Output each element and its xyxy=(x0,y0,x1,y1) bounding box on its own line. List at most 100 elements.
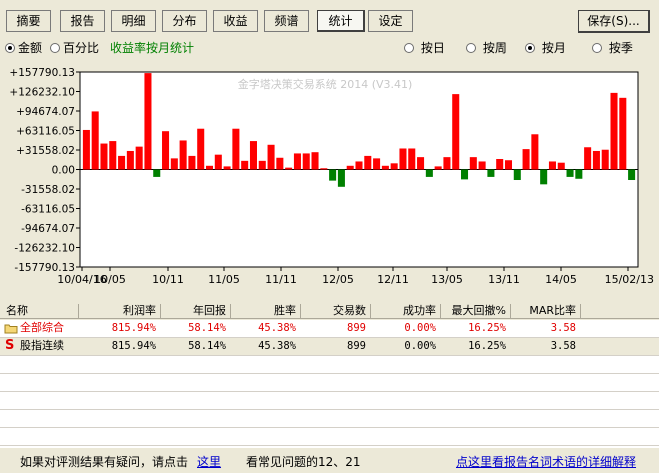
x-tick-label: 12/05 xyxy=(322,273,354,286)
row-trades: 899 xyxy=(347,322,366,334)
chart-svg: 金字塔决策交易系统 2014 (V3.41) +157790.13 +126232.… xyxy=(9,67,654,286)
tab-detail[interactable]: 明细 xyxy=(111,10,156,32)
row-maxdd: 16.25% xyxy=(468,340,506,352)
row-winrate: 45.38% xyxy=(258,340,296,352)
bar xyxy=(461,169,469,180)
x-tick-label: 13/05 xyxy=(431,273,463,286)
bar xyxy=(434,166,442,170)
bar xyxy=(399,148,407,170)
header-annual[interactable]: 年回报 xyxy=(160,303,226,319)
x-tick-label: 13/11 xyxy=(488,273,520,286)
radio-dot-icon xyxy=(404,43,414,53)
table-row[interactable]: S 股指连续 815.94% 58.14% 45.38% 899 0.00% 1… xyxy=(0,338,659,355)
tab-settings[interactable]: 设定 xyxy=(368,10,413,32)
y-tick-label: +94674.07 xyxy=(16,106,75,118)
save-button[interactable]: 保存(S)... xyxy=(578,10,650,33)
glossary-link[interactable]: 点这里看报告名词术语的详细解释 xyxy=(456,454,636,470)
monthly-return-chart: 金字塔决策交易系统 2014 (V3.41) +157790.13 +126232.… xyxy=(0,62,659,292)
radio-weekly-label: 按周 xyxy=(482,41,507,55)
bar xyxy=(118,155,126,170)
x-tick-label: 11/11 xyxy=(265,273,297,286)
radio-dot-icon xyxy=(5,43,15,53)
faq-link[interactable]: 这里 xyxy=(197,454,221,470)
radio-dot-icon xyxy=(50,43,60,53)
bar xyxy=(346,165,354,170)
bar xyxy=(197,128,205,170)
tab-distribution[interactable]: 分布 xyxy=(162,10,207,32)
row-success: 0.00% xyxy=(404,340,436,352)
bar xyxy=(100,143,108,170)
header-trades[interactable]: 交易数 xyxy=(300,303,366,319)
footer-text-2: 看常见问题的12、21 xyxy=(246,455,361,469)
radio-daily[interactable]: 按日 xyxy=(404,40,445,56)
row-winrate: 45.38% xyxy=(258,322,296,334)
footer-text-1: 如果对评测结果有疑问，请点击 xyxy=(20,455,189,469)
tab-report[interactable]: 报告 xyxy=(60,10,105,32)
bar xyxy=(91,111,99,170)
column-divider xyxy=(160,304,161,318)
bar xyxy=(293,153,301,170)
radio-monthly[interactable]: 按月 xyxy=(525,40,566,56)
bar xyxy=(302,153,310,170)
y-tick-label: -63116.05 xyxy=(21,204,75,216)
row-mar: 3.58 xyxy=(550,322,576,334)
row-divider xyxy=(0,427,659,428)
bar xyxy=(249,141,257,170)
bar xyxy=(540,169,548,185)
bar xyxy=(135,146,143,170)
radio-dot-icon xyxy=(525,43,535,53)
tab-summary[interactable]: 摘要 xyxy=(6,10,51,32)
bar xyxy=(452,94,460,170)
bar xyxy=(408,148,416,170)
header-winrate[interactable]: 胜率 xyxy=(230,303,296,319)
radio-daily-label: 按日 xyxy=(420,41,445,55)
bar xyxy=(258,160,266,170)
bar xyxy=(575,169,583,179)
stat-note: 收益率按月统计 xyxy=(110,41,195,55)
bar xyxy=(443,157,451,170)
bar xyxy=(487,169,495,177)
bar xyxy=(109,141,117,170)
bar xyxy=(566,169,574,177)
header-mar[interactable]: MAR比率 xyxy=(510,303,576,319)
bar xyxy=(504,160,513,170)
radio-amount-label: 金额 xyxy=(18,41,43,55)
header-maxdd[interactable]: 最大回撤% xyxy=(440,303,506,319)
bar xyxy=(531,134,539,170)
bar xyxy=(390,163,398,170)
table-row[interactable]: 全部综合 815.94% 58.14% 45.38% 899 0.00% 16.… xyxy=(0,320,659,337)
bar xyxy=(548,161,556,170)
bar xyxy=(496,158,504,170)
tab-spectrum[interactable]: 频谱 xyxy=(264,10,309,32)
bar xyxy=(601,149,609,170)
bar xyxy=(144,73,152,170)
tab-statistics[interactable]: 统计 xyxy=(317,10,365,32)
option-row: 金额 百分比 收益率按月统计 按日 按周 按月 按季 xyxy=(0,36,659,60)
radio-quarterly-label: 按季 xyxy=(608,41,633,55)
header-name[interactable]: 名称 xyxy=(6,303,28,319)
bar xyxy=(373,158,381,170)
radio-dot-icon xyxy=(466,43,476,53)
radio-monthly-label: 按月 xyxy=(541,41,566,55)
radio-quarterly[interactable]: 按季 xyxy=(592,40,633,56)
x-tick-label: 15/02/13 xyxy=(605,273,654,286)
radio-amount[interactable]: 金额 xyxy=(5,40,42,56)
row-success: 0.00% xyxy=(404,322,436,334)
column-divider xyxy=(580,304,581,318)
bar xyxy=(179,140,187,170)
tab-returns[interactable]: 收益 xyxy=(213,10,258,32)
radio-percent[interactable]: 百分比 xyxy=(50,40,99,56)
bar xyxy=(223,166,231,170)
row-profit: 815.94% xyxy=(111,340,156,352)
radio-percent-label: 百分比 xyxy=(63,41,100,55)
radio-weekly[interactable]: 按周 xyxy=(466,40,507,56)
bar xyxy=(214,154,222,170)
header-profit[interactable]: 利润率 xyxy=(80,303,156,319)
footer-bar: 如果对评测结果有疑问，请点击 这里 看常见问题的12、21 点这里看报告名词术语… xyxy=(0,450,659,473)
row-divider xyxy=(0,373,659,374)
bar xyxy=(469,157,477,170)
header-success[interactable]: 成功率 xyxy=(370,303,436,319)
row-divider xyxy=(0,409,659,410)
tab-bar: 摘要 报告 明细 分布 收益 频谱 统计 设定 保存(S)... xyxy=(0,0,659,34)
chart-watermark: 金字塔决策交易系统 2014 (V3.41) xyxy=(238,77,413,91)
